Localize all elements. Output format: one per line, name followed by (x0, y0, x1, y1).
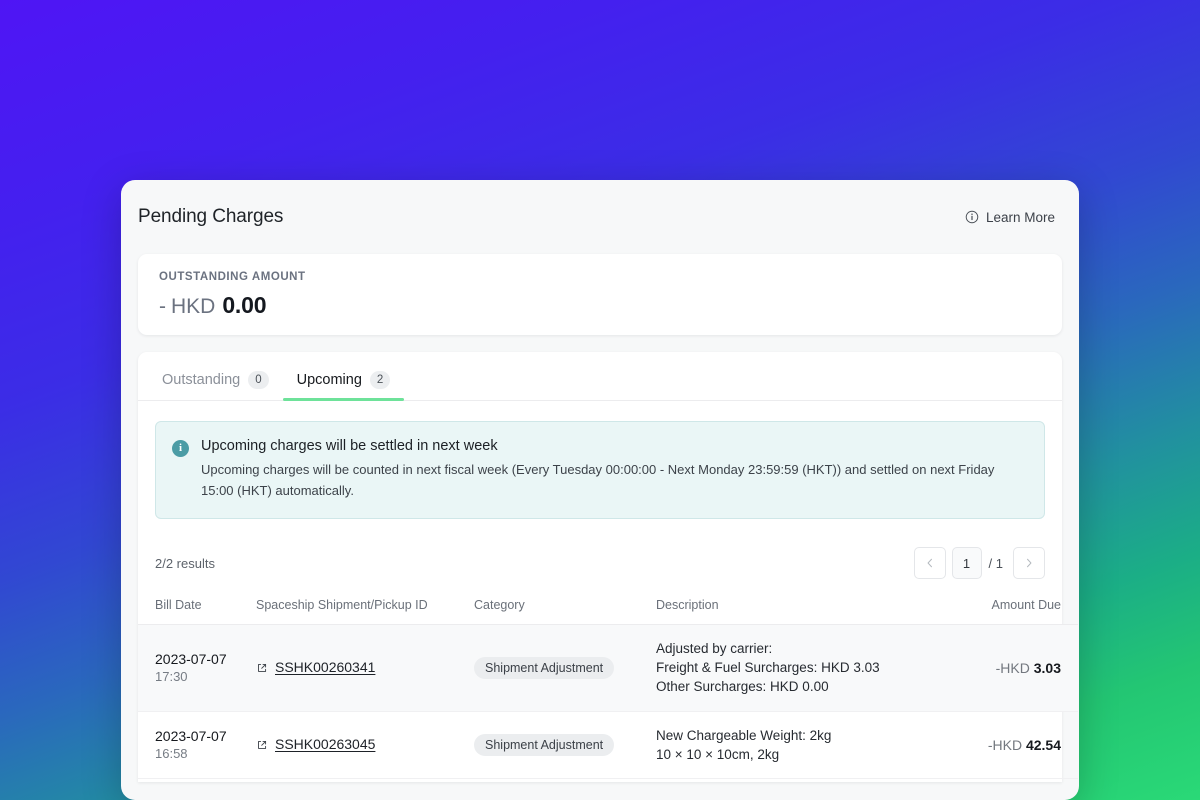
column-header-category: Category (474, 591, 656, 626)
banner-title: Upcoming charges will be settled in next… (201, 438, 498, 454)
outstanding-amount-value: - HKD 0.00 (159, 292, 1062, 319)
panel-header: Pending Charges Learn More (121, 180, 1079, 254)
category-chip: Shipment Adjustment (474, 733, 615, 756)
shipment-id-link[interactable]: SSHK00260341 (256, 659, 375, 675)
learn-more-label: Learn More (985, 209, 1055, 225)
charges-table: Bill Date Spaceship Shipment/Pickup ID C… (138, 591, 1078, 779)
amount-value: 42.54 (1025, 736, 1061, 753)
external-link-icon (256, 661, 268, 673)
description-line: 10 × 10 × 10cm, 2kg (656, 746, 780, 762)
cell-amount-due: -HKD 3.03 (956, 624, 1078, 712)
category-chip: Shipment Adjustment (474, 656, 615, 679)
tab-upcoming[interactable]: Upcoming 2 (282, 370, 405, 402)
pagination: 1 / 1 (913, 547, 1045, 580)
bill-time: 17:30 (155, 669, 188, 685)
tab-outstanding-count: 0 (248, 370, 269, 389)
chevron-right-icon[interactable] (1013, 547, 1045, 580)
amount-due: -HKD 3.03 (996, 660, 1061, 676)
results-count: 2/2 results (155, 555, 215, 571)
banner-text: Upcoming charges will be counted in next… (201, 462, 995, 499)
info-icon: i (172, 440, 189, 457)
column-header-shipment-id: Spaceship Shipment/Pickup ID (256, 591, 474, 626)
cell-bill-date: 2023-07-07 17:30 (138, 624, 256, 712)
description-line: New Chargeable Weight: 2kg (656, 727, 832, 743)
column-header-amount-due: Amount Due (956, 591, 1078, 626)
outstanding-amount-card: OUTSTANDING AMOUNT - HKD 0.00 (138, 254, 1062, 335)
table-body: 2023-07-07 17:30 SSHK00260341 Shipment A… (138, 624, 1078, 779)
tab-outstanding[interactable]: Outstanding 0 (148, 370, 283, 400)
pagination-total-pages: / 1 (988, 555, 1003, 571)
cell-category: Shipment Adjustment (474, 624, 656, 712)
results-bar: 2/2 results 1 / 1 (138, 519, 1062, 591)
cell-description: New Chargeable Weight: 2kg 10 × 10 × 10c… (656, 711, 956, 779)
cell-description: Adjusted by carrier: Freight & Fuel Surc… (656, 624, 956, 712)
tab-bar: Outstanding 0 Upcoming 2 (138, 352, 1062, 402)
amount-currency: -HKD (987, 736, 1023, 753)
shipment-id-text: SSHK00260341 (275, 658, 376, 675)
amount-due: -HKD 42.54 (988, 737, 1061, 753)
bill-time: 16:58 (155, 746, 188, 762)
shipment-id-link[interactable]: SSHK00263045 (256, 736, 375, 752)
shipment-id-text: SSHK00263045 (275, 735, 376, 752)
cell-shipment-id: SSHK00263045 (256, 711, 474, 779)
pagination-page-input[interactable]: 1 (951, 547, 982, 580)
cell-bill-date: 2023-07-07 16:58 (138, 711, 256, 779)
charges-content-card: Outstanding 0 Upcoming 2 i Upcoming char… (138, 352, 1078, 782)
tab-upcoming-label: Upcoming (296, 371, 362, 388)
description-line: Other Surcharges: HKD 0.00 (656, 679, 829, 695)
pending-charges-panel: Pending Charges Learn More OUTSTANDING A… (121, 180, 1079, 800)
amount-currency: -HKD (995, 659, 1030, 676)
table-row: 2023-07-07 16:58 SSHK00263045 Shipment A… (138, 711, 1078, 779)
table-row: 2023-07-07 17:30 SSHK00260341 Shipment A… (138, 624, 1078, 712)
table-head: Bill Date Spaceship Shipment/Pickup ID C… (138, 591, 1078, 626)
table-header-row: Bill Date Spaceship Shipment/Pickup ID C… (138, 591, 1078, 626)
learn-more-link[interactable]: Learn More (965, 210, 1055, 225)
page-title: Pending Charges (138, 206, 284, 227)
outstanding-amount-sign: - (159, 295, 166, 318)
upcoming-info-banner: i Upcoming charges will be settled in ne… (155, 421, 1045, 520)
cell-shipment-id: SSHK00260341 (256, 624, 474, 712)
column-header-bill-date: Bill Date (138, 591, 256, 626)
column-header-description: Description (656, 591, 956, 626)
cell-category: Shipment Adjustment (474, 711, 656, 779)
cell-amount-due: -HKD 42.54 (956, 711, 1078, 779)
tab-upcoming-count: 2 (369, 370, 391, 389)
tab-outstanding-label: Outstanding (162, 371, 241, 388)
amount-value: 3.03 (1033, 659, 1061, 676)
info-circle-icon (965, 210, 979, 224)
bill-date: 2023-07-07 (155, 728, 227, 745)
outstanding-amount-currency: HKD (171, 295, 216, 318)
external-link-icon (256, 738, 268, 750)
banner-body: Upcoming charges will be settled in next… (201, 438, 1001, 501)
outstanding-amount-label: OUTSTANDING AMOUNT (159, 271, 306, 283)
description-line: Freight & Fuel Surcharges: HKD 3.03 (656, 660, 880, 676)
outstanding-amount-number: 0.00 (222, 292, 267, 318)
description-line: Adjusted by carrier: (656, 641, 773, 657)
bill-date: 2023-07-07 (155, 651, 227, 668)
chevron-left-icon[interactable] (913, 547, 946, 580)
